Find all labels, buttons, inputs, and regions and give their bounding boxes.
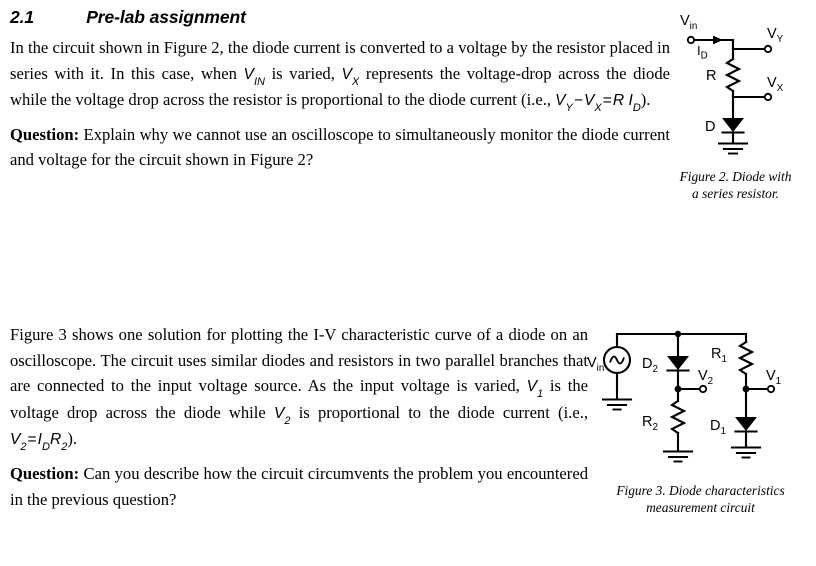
figure-3: Vin D2 V2 R2 R1 V1 D1 Figure 3. Diode ch… bbox=[585, 320, 816, 516]
vx-terminal-node bbox=[763, 92, 773, 102]
figure-2-caption-line-1: Figure 2. Diode with bbox=[679, 169, 792, 184]
math-v1: V1 bbox=[526, 378, 544, 401]
vin-label: Vin bbox=[680, 13, 697, 32]
paragraph-2-text-3: is proportional to the diode current (i.… bbox=[290, 402, 588, 422]
figure-3-circuit-diagram: Vin D2 V2 R2 R1 V1 D1 bbox=[587, 330, 781, 463]
question-2-label: Question: bbox=[10, 463, 80, 483]
paragraph-2-text-1: Figure 3 shows one solution for plotting… bbox=[10, 325, 588, 396]
math-vin: VIN bbox=[243, 65, 265, 88]
math-v2: V2 bbox=[273, 404, 291, 427]
question-2-text: Can you describe how the circuit circumv… bbox=[10, 463, 588, 509]
paragraph-1: In the circuit shown in Figure 2, the di… bbox=[10, 35, 670, 114]
diode-d1-triangle bbox=[735, 417, 757, 431]
resistor-r-label: R bbox=[706, 68, 716, 84]
figure-3-caption-line-1: Figure 3. Diode characteristics bbox=[616, 483, 785, 498]
id-label: ID bbox=[697, 43, 708, 62]
id-arrow-head bbox=[713, 35, 723, 45]
section-number: 2.1 bbox=[10, 7, 35, 27]
figure-3-caption: Figure 3. Diode characteristics measurem… bbox=[585, 482, 816, 516]
figure-2: Vin ID VY VX R D Figure 2. Diode with a … bbox=[655, 2, 816, 202]
resistor-r-symbol bbox=[724, 57, 742, 93]
math-equation-v2: V2=IDR2 bbox=[10, 431, 68, 454]
paragraph-1-text-2: is varied, bbox=[264, 63, 342, 83]
question-1-label: Question: bbox=[10, 124, 80, 144]
page-title: 2.1 Pre-lab assignment bbox=[10, 0, 670, 28]
document-text-column-2: Figure 3 shows one solution for plotting… bbox=[10, 322, 670, 512]
paragraph-2-text-4: ). bbox=[67, 429, 78, 449]
paragraph-2: Figure 3 shows one solution for plotting… bbox=[10, 322, 588, 453]
resistor-r1-label: R1 bbox=[711, 346, 727, 365]
resistor-r2-symbol bbox=[669, 399, 687, 435]
figure-2-circuit-diagram: Vin ID VY VX R D bbox=[680, 13, 784, 155]
diode-d2-triangle bbox=[667, 356, 689, 370]
question-1: Question: Explain why we cannot use an o… bbox=[10, 122, 670, 173]
document-text-column: 2.1 Pre-lab assignment In the circuit sh… bbox=[10, 0, 670, 173]
vy-label: VY bbox=[767, 26, 784, 45]
diode-d2-label: D2 bbox=[642, 356, 658, 375]
question-2: Question: Can you describe how the circu… bbox=[10, 461, 588, 512]
question-1-text: Explain why we cannot use an oscilloscop… bbox=[10, 124, 670, 170]
vin-label-fig3: Vin bbox=[587, 355, 604, 374]
diode-d-triangle bbox=[722, 118, 744, 132]
vy-terminal-node bbox=[763, 44, 773, 54]
v1-terminal-node bbox=[766, 384, 776, 394]
resistor-r2-label: R2 bbox=[642, 414, 658, 433]
figure-3-caption-line-2: measurement circuit bbox=[646, 500, 755, 515]
resistor-r1-symbol bbox=[737, 340, 755, 376]
v2-label: V2 bbox=[698, 368, 713, 387]
math-vx: VX bbox=[341, 65, 360, 88]
math-equation-vy-vx: VY−VX=R ID bbox=[555, 92, 641, 115]
diode-d-label: D bbox=[705, 119, 715, 135]
ac-source-sine-icon bbox=[609, 355, 625, 365]
diode-d1-label: D1 bbox=[710, 418, 726, 437]
vx-label: VX bbox=[767, 75, 784, 94]
paragraph-1-text-4: ). bbox=[640, 90, 651, 110]
figure-2-caption-line-2: a series resistor. bbox=[692, 186, 779, 201]
figure-2-caption: Figure 2. Diode with a series resistor. bbox=[655, 168, 816, 202]
v1-label: V1 bbox=[766, 368, 781, 387]
section-title: Pre-lab assignment bbox=[86, 7, 246, 27]
v2-terminal-node bbox=[698, 384, 708, 394]
